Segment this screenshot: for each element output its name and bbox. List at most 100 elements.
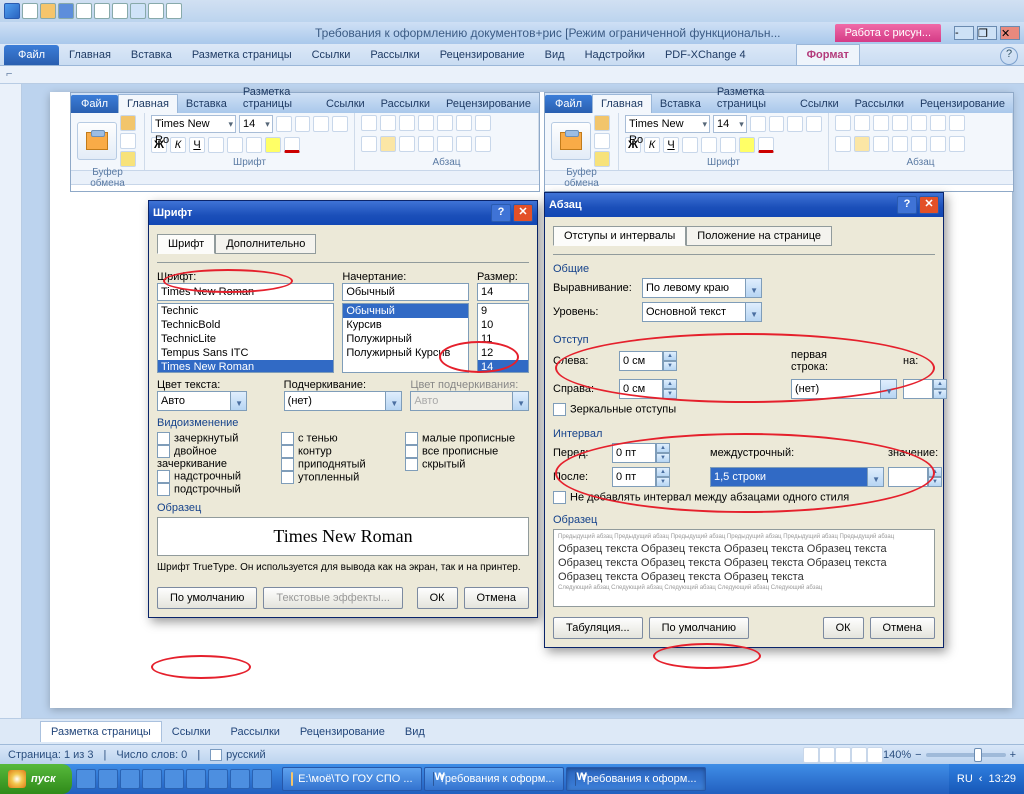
style-item[interactable]: Полужирный [343, 332, 468, 346]
grow-font-icon-2[interactable] [750, 116, 766, 132]
style-item[interactable]: Курсив [343, 318, 468, 332]
emb2-tab-layout[interactable]: Разметка страницы [709, 84, 792, 113]
strike-icon[interactable] [208, 137, 224, 153]
val-spin[interactable]: ▲▼ [888, 467, 943, 487]
check-allcaps[interactable]: все прописные [405, 445, 529, 458]
ql-icon[interactable] [208, 769, 228, 789]
paste-button-2[interactable] [551, 122, 591, 160]
print-icon[interactable] [76, 3, 92, 19]
emb2-tab-mail[interactable]: Рассылки [847, 95, 912, 113]
font-item[interactable]: Tempus Sans ITC [158, 346, 333, 360]
zoom-out[interactable]: − [915, 749, 921, 761]
check-strike[interactable]: зачеркнутый [157, 432, 281, 445]
font-item[interactable]: TechnicLite [158, 332, 333, 346]
font-name-combo-2[interactable]: Times New Ro [625, 115, 710, 133]
numbering-icon-2[interactable] [854, 115, 870, 131]
emb-file-tab[interactable]: Файл [71, 95, 118, 113]
check-hidden[interactable]: скрытый [405, 458, 529, 471]
page-status[interactable]: Страница: 1 из 3 [8, 749, 94, 761]
table-icon[interactable] [166, 3, 182, 19]
underline-drop[interactable]: (нет) [284, 391, 403, 411]
btab-mail[interactable]: Рассылки [221, 722, 290, 742]
shading-icon[interactable] [456, 136, 472, 152]
style-item[interactable]: Полужирный Курсив [343, 346, 468, 360]
tab-addins[interactable]: Надстройки [575, 45, 655, 65]
ql-icon[interactable] [252, 769, 272, 789]
font-name-input[interactable] [157, 283, 334, 301]
on-spin[interactable]: ▲▼ [903, 379, 948, 399]
emb2-tab-home[interactable]: Главная [592, 94, 652, 113]
style-input[interactable] [342, 283, 469, 301]
check-engrave[interactable]: утопленный [281, 471, 405, 484]
size-item[interactable]: 10 [478, 318, 528, 332]
tray-lang[interactable]: RU [957, 773, 973, 785]
subscript-icon-2[interactable] [701, 137, 717, 153]
save-icon[interactable] [58, 3, 74, 19]
line-spacing-icon-2[interactable] [911, 136, 927, 152]
btab-view[interactable]: Вид [395, 722, 435, 742]
align-drop[interactable]: По левому краю [642, 278, 762, 298]
superscript-icon[interactable] [246, 137, 262, 153]
zoom-slider[interactable] [926, 753, 1006, 757]
task-folder[interactable]: Е:\моё\ТО ГОУ СПО ... [282, 767, 422, 791]
size-input[interactable] [477, 283, 529, 301]
subscript-icon[interactable] [227, 137, 243, 153]
emb-tab-layout[interactable]: Разметка страницы [235, 84, 318, 113]
tab-insert[interactable]: Вставка [121, 45, 182, 65]
undo-icon[interactable] [130, 3, 146, 19]
check-smallcaps[interactable]: малые прописные [405, 432, 529, 445]
grow-font-icon[interactable] [276, 116, 292, 132]
dec-indent-icon[interactable] [418, 115, 434, 131]
language-status[interactable]: русский [226, 749, 265, 761]
zoom-level[interactable]: 140% [883, 749, 911, 761]
para-dialog-title[interactable]: Абзац ? ✕ [545, 193, 943, 217]
clear-format-icon[interactable] [332, 116, 348, 132]
check-nospace[interactable]: Не добавлять интервал между абзацами одн… [553, 491, 935, 504]
file-tab[interactable]: Файл [4, 45, 59, 65]
tab-view[interactable]: Вид [535, 45, 575, 65]
size-item-selected[interactable]: 14 [478, 360, 528, 373]
align-right-icon-2[interactable] [873, 136, 889, 152]
btab-refs[interactable]: Ссылки [162, 722, 221, 742]
strike-icon-2[interactable] [682, 137, 698, 153]
emb-tab-home[interactable]: Главная [118, 94, 178, 113]
ql-icon[interactable] [98, 769, 118, 789]
underline-icon-2[interactable]: Ч [663, 137, 679, 153]
tab-format[interactable]: Формат [796, 44, 860, 65]
check-emboss[interactable]: приподнятый [281, 458, 405, 471]
style-list[interactable]: Обычный Курсив Полужирный Полужирный Кур… [342, 303, 469, 373]
change-case-icon[interactable] [313, 116, 329, 132]
para-tab-page[interactable]: Положение на странице [686, 226, 832, 246]
emb2-tab-refs[interactable]: Ссылки [792, 95, 847, 113]
ql-icon[interactable] [186, 769, 206, 789]
minimize-button[interactable]: ‐ [954, 26, 974, 40]
shrink-font-icon[interactable] [295, 116, 311, 132]
ql-icon[interactable] [120, 769, 140, 789]
bullets-icon-2[interactable] [835, 115, 851, 131]
help-button-2[interactable]: ? [897, 196, 917, 214]
ql-icon[interactable] [142, 769, 162, 789]
view-draft-icon[interactable] [867, 747, 883, 763]
tray-arrow-icon[interactable]: ‹ [979, 773, 983, 785]
spellcheck-icon[interactable] [112, 3, 128, 19]
cancel-button[interactable]: Отмена [464, 587, 529, 609]
print-preview-icon[interactable] [94, 3, 110, 19]
copy-icon-2[interactable] [594, 133, 610, 149]
color-drop[interactable]: Авто [157, 391, 247, 411]
view-print-icon[interactable] [803, 747, 819, 763]
font-size-combo-2[interactable]: 14 [713, 115, 747, 133]
shrink-font-icon-2[interactable] [769, 116, 785, 132]
office-button-icon[interactable] [4, 3, 20, 19]
new-doc-icon[interactable] [22, 3, 38, 19]
numbering-icon[interactable] [380, 115, 396, 131]
proof-icon[interactable] [210, 749, 222, 761]
tab-home[interactable]: Главная [59, 45, 121, 65]
justify-icon[interactable] [418, 136, 434, 152]
tray-clock[interactable]: 13:29 [988, 773, 1016, 785]
before-spin[interactable]: 0 пт▲▼ [612, 443, 682, 463]
show-marks-icon-2[interactable] [949, 115, 965, 131]
font-item-selected[interactable]: Times New Roman [158, 360, 333, 373]
emb2-file-tab[interactable]: Файл [545, 95, 592, 113]
help-button[interactable]: ? [491, 204, 511, 222]
task-word-1[interactable]: Требования к оформ... [424, 767, 564, 791]
